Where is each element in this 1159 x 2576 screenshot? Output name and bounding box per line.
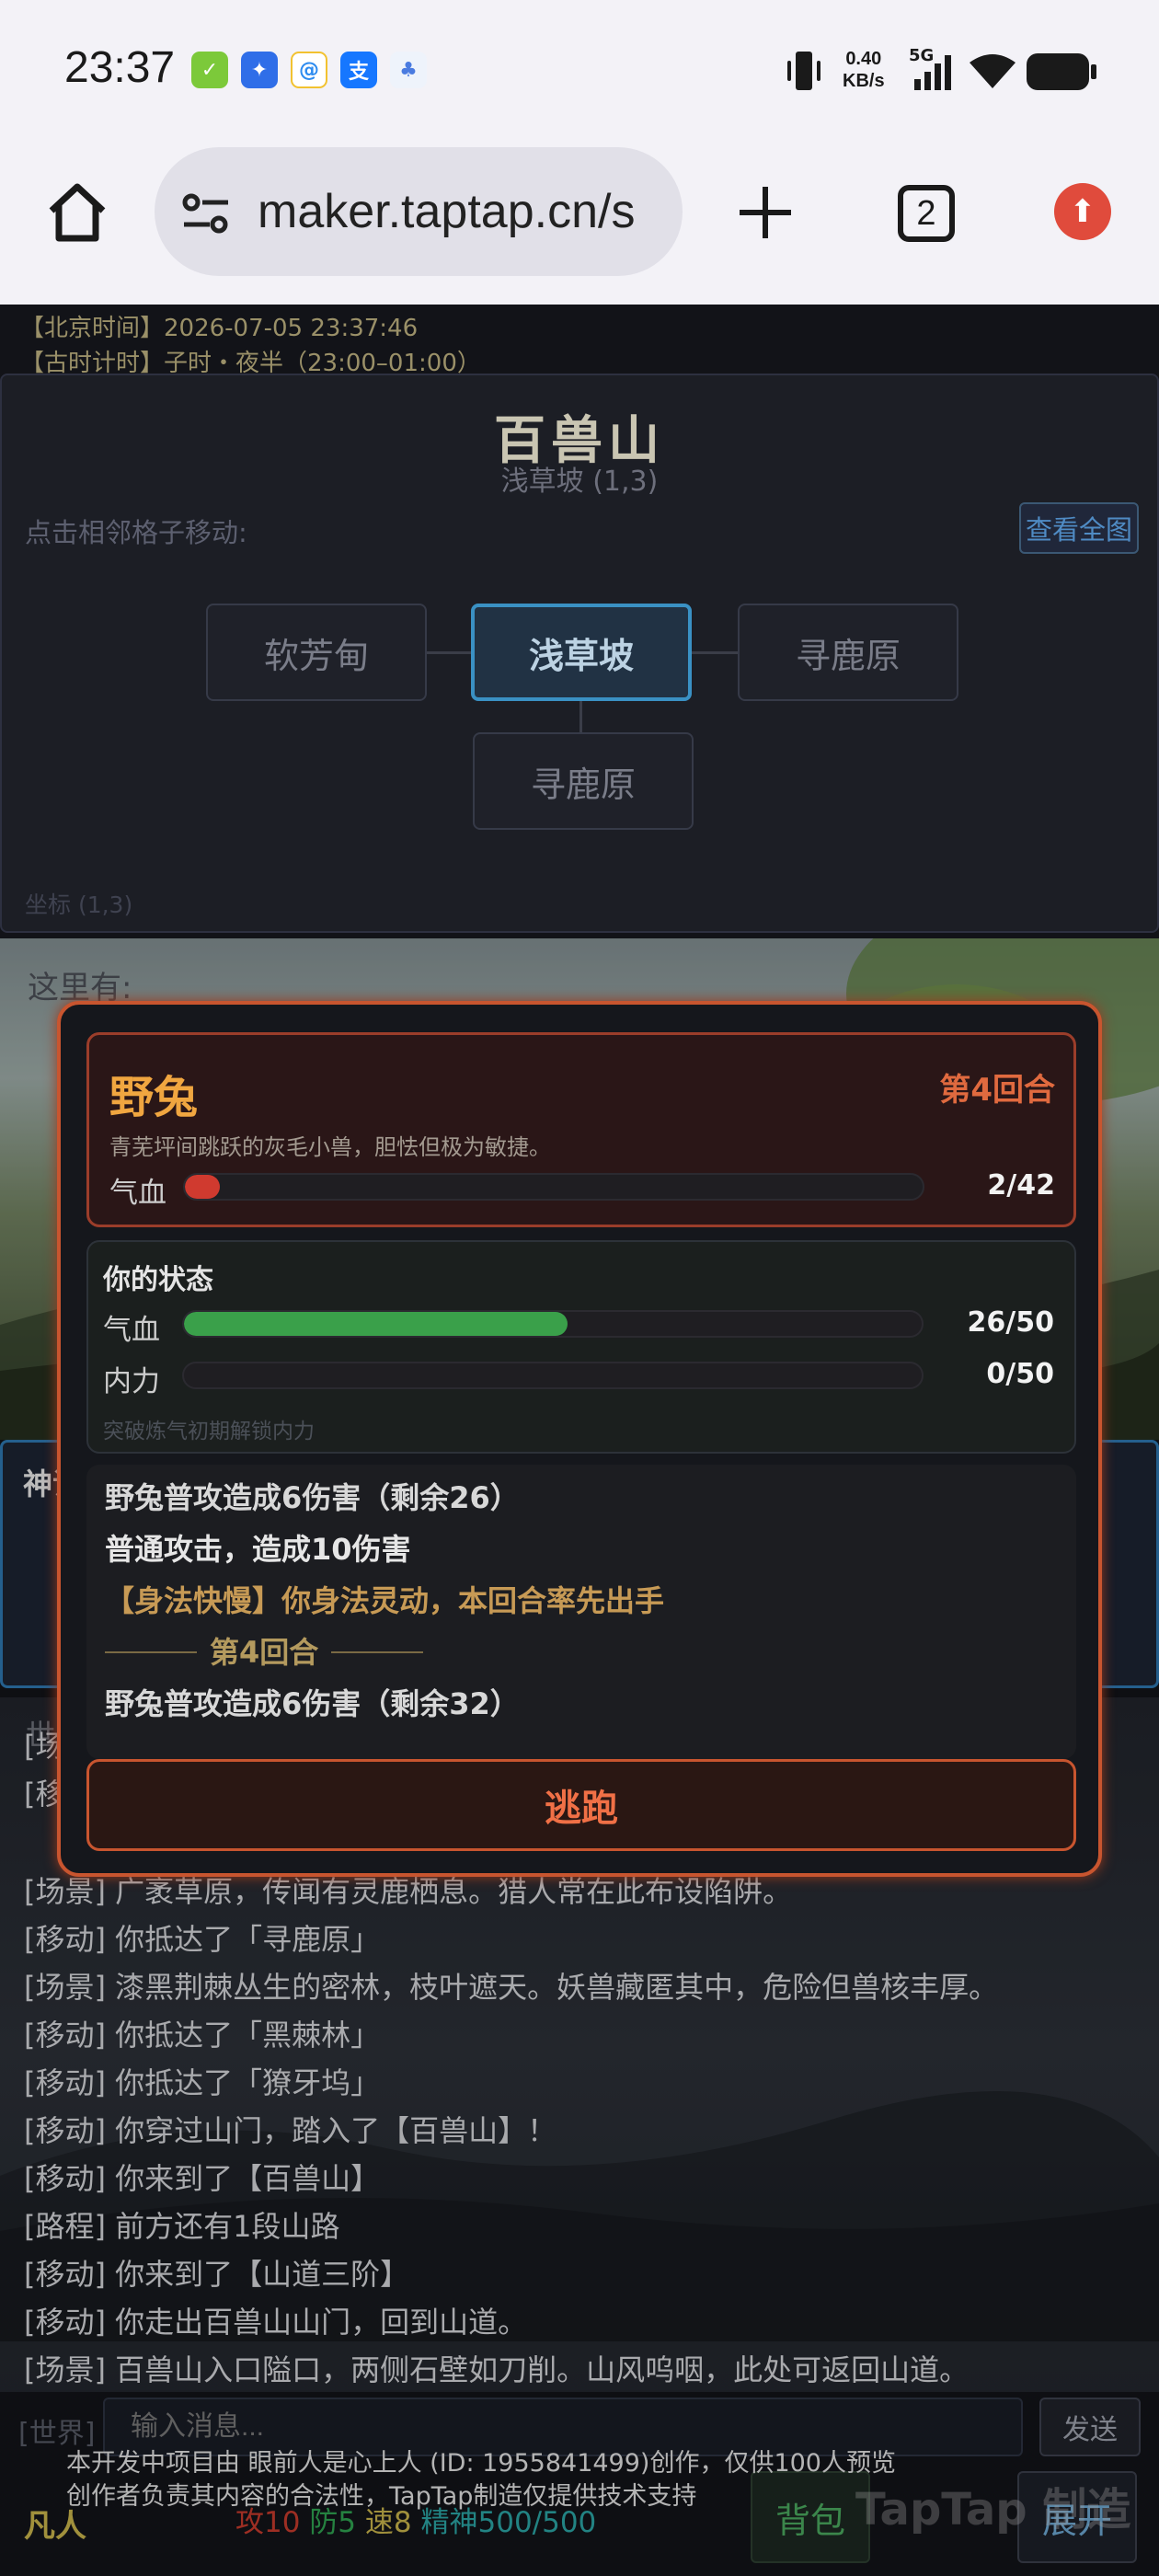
battle-log-line: 【身法快慢】你身法灵动，本回合率先出手: [105, 1583, 665, 1618]
self-mp-value: 0/50: [986, 1358, 1054, 1390]
tab-switcher-button[interactable]: 2: [898, 185, 955, 242]
new-tab-icon[interactable]: [736, 183, 795, 242]
update-icon[interactable]: ⬆: [1054, 183, 1111, 240]
map-connector: [690, 651, 741, 654]
flee-button[interactable]: 逃跑: [86, 1759, 1076, 1851]
vibrate-icon: [787, 52, 820, 90]
time-info: 【北京时间】2026-07-05 23:37:46 【古时计时】子时・夜半（23…: [20, 311, 481, 381]
battle-log-line: 野兔普攻造成6伤害（剩余26）: [105, 1480, 520, 1515]
self-hp-bar: [182, 1310, 924, 1338]
divider-line: [105, 1651, 197, 1653]
status-bar: 23:37 ✓ ✦ @ 支 ♣ 0.40 KB/s 5G: [0, 0, 1159, 143]
map-node-left[interactable]: 软芳甸: [206, 604, 427, 701]
self-mp-bar: [182, 1362, 924, 1389]
battle-modal: 野兔 第4回合 青芜坪间跳跃的灰毛小兽，胆怯但极为敏捷。 气血 2/42 你的状…: [57, 1001, 1102, 1877]
beijing-time: 【北京时间】2026-07-05 23:37:46: [20, 315, 419, 342]
net-speed: 0.40 KB/s: [843, 49, 885, 91]
coordinate-label: 坐标 (1,3): [25, 891, 133, 918]
enemy-hp-value: 2/42: [987, 1169, 1055, 1202]
home-icon[interactable]: [44, 179, 110, 246]
battle-log[interactable]: 野兔普攻造成6伤害（剩余26） 普通攻击，造成10伤害 【身法快慢】你身法灵动，…: [86, 1465, 1076, 1759]
map-panel: 百兽山 浅草坡 (1,3) 点击相邻格子移动: 查看全图 软芳甸 浅草坡 寻鹿原…: [0, 374, 1159, 933]
enemy-hp-bar: [183, 1173, 924, 1201]
wechat-app-icon: ✓: [191, 52, 228, 88]
url-text[interactable]: maker.taptap.cn/s: [258, 184, 635, 239]
battery-icon: [1027, 53, 1096, 90]
move-hint: 点击相邻格子移动:: [25, 517, 247, 548]
self-hp-value: 26/50: [967, 1306, 1054, 1339]
qq-browser-icon: @: [291, 52, 327, 88]
app-store-icon: ✦: [241, 52, 278, 88]
map-node-bottom[interactable]: 寻鹿原: [473, 732, 694, 830]
browser-toolbar: maker.taptap.cn/s 2 ⬆: [0, 143, 1159, 305]
enemy-hp-fill: [185, 1175, 221, 1199]
mp-unlock-hint: 突破炼气初期解锁内力: [103, 1420, 315, 1443]
self-status-panel: 你的状态 气血 26/50 内力 0/50 突破炼气初期解锁内力: [86, 1240, 1076, 1454]
enemy-description: 青芜坪间跳跃的灰毛小兽，胆怯但极为敏捷。: [109, 1134, 551, 1160]
alipay-icon: 支: [340, 52, 377, 88]
enemy-panel: 野兔 第4回合 青芜坪间跳跃的灰毛小兽，胆怯但极为敏捷。 气血 2/42: [86, 1032, 1076, 1227]
map-node-current: 浅草坡: [471, 604, 692, 701]
view-full-map-button[interactable]: 查看全图: [1019, 502, 1139, 554]
round-divider-label: 第4回合: [210, 1635, 319, 1670]
self-hp-label: 气血: [103, 1314, 160, 1347]
round-indicator: 第4回合: [939, 1072, 1055, 1109]
map-subtitle: 浅草坡 (1,3): [500, 466, 659, 498]
divider-line: [331, 1651, 424, 1653]
self-mp-label: 内力: [103, 1365, 160, 1398]
battle-log-line: 普通攻击，造成10伤害: [105, 1532, 411, 1567]
site-settings-icon[interactable]: [180, 188, 232, 239]
baidu-netdisk-icon: ♣: [390, 52, 427, 88]
map-connector: [423, 651, 475, 654]
self-hp-fill: [184, 1312, 568, 1336]
round-divider: 第4回合: [105, 1627, 1061, 1678]
address-bar[interactable]: maker.taptap.cn/s: [155, 147, 683, 276]
clock: 23:37: [64, 43, 176, 92]
map-node-right[interactable]: 寻鹿原: [738, 604, 958, 701]
signal-bars-icon: [914, 55, 951, 90]
enemy-name: 野兔: [109, 1072, 199, 1123]
enemy-hp-label: 气血: [109, 1177, 166, 1210]
battle-log-line: 野兔普攻造成6伤害（剩余32）: [105, 1686, 520, 1721]
self-status-title: 你的状态: [103, 1264, 213, 1296]
wifi-icon: [970, 54, 1016, 88]
